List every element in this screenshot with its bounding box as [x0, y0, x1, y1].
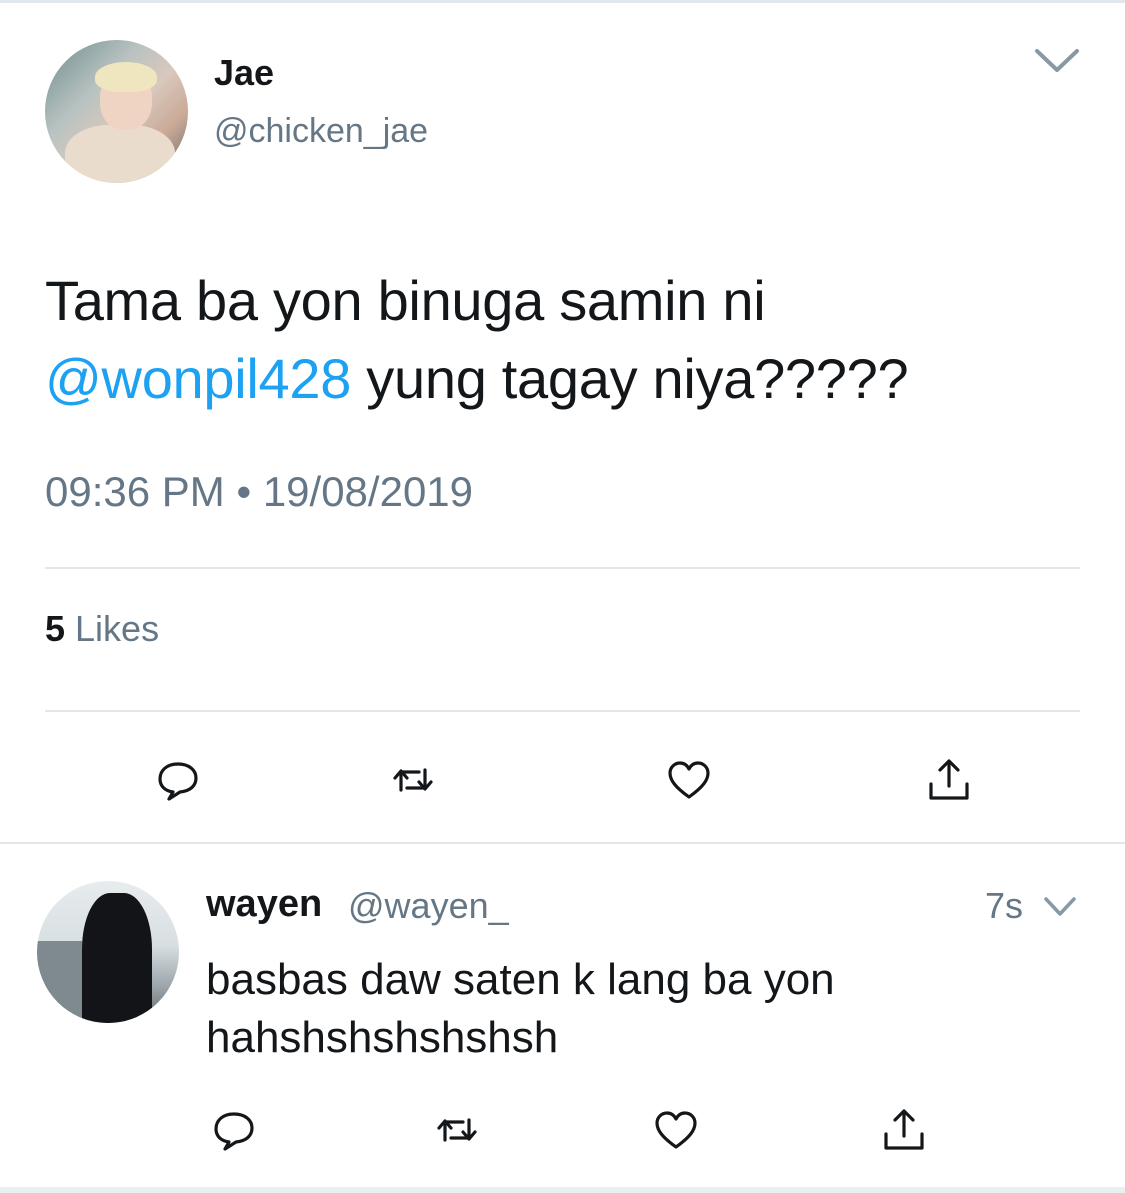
retweet-button[interactable]	[429, 1102, 485, 1158]
retweet-icon	[393, 768, 433, 792]
avatar[interactable]	[37, 881, 179, 1023]
share-button[interactable]	[876, 1102, 932, 1158]
likes-number: 5	[45, 608, 66, 649]
reply-author-name[interactable]: wayen	[206, 883, 322, 926]
tweet-text-part: yung tagay niya?????	[351, 347, 909, 410]
reply-button[interactable]	[206, 1102, 262, 1158]
bottom-divider	[0, 1187, 1125, 1193]
share-icon	[929, 759, 969, 800]
reply-icon	[214, 1112, 254, 1151]
likes-count[interactable]: 5 Likes	[45, 608, 159, 650]
retweet-button[interactable]	[385, 752, 441, 808]
chevron-down-icon[interactable]	[1043, 896, 1077, 918]
like-icon	[655, 1111, 697, 1149]
reply-icon	[158, 762, 198, 801]
mention-link[interactable]: @wonpil428	[45, 347, 351, 410]
divider	[45, 710, 1080, 712]
reply-button[interactable]	[150, 752, 206, 808]
like-button[interactable]	[661, 752, 717, 808]
reply-timestamp[interactable]: 7s	[985, 885, 1023, 927]
author-name[interactable]: Jae	[214, 52, 274, 94]
reply-text: basbas daw saten k lang ba yon hahshshsh…	[206, 955, 835, 1062]
likes-label: Likes	[75, 608, 160, 649]
tweet-text-part: Tama ba yon binuga samin ni	[45, 269, 766, 332]
share-button[interactable]	[921, 752, 977, 808]
like-icon	[668, 761, 710, 799]
divider	[45, 567, 1080, 569]
divider	[0, 842, 1125, 844]
share-icon	[884, 1109, 924, 1150]
main-tweet: Jae @chicken_jae Tama ba yon binuga sami…	[0, 0, 1125, 842]
avatar[interactable]	[45, 40, 188, 183]
retweet-icon	[437, 1118, 477, 1142]
author-handle[interactable]: @chicken_jae	[214, 112, 428, 151]
like-button[interactable]	[648, 1102, 704, 1158]
tweet-text: Tama ba yon binuga samin ni @wonpil428 yu…	[45, 262, 1075, 418]
tweet-timestamp[interactable]: 09:36 PM • 19/08/2019	[45, 468, 473, 516]
reply-author-handle[interactable]: @wayen_	[348, 885, 509, 927]
chevron-down-icon[interactable]	[1034, 48, 1080, 74]
